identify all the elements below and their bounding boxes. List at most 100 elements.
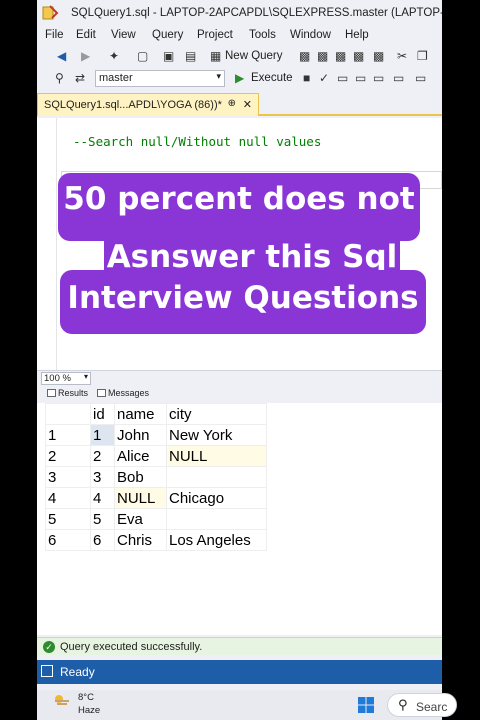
weather-condition: Haze [78, 705, 101, 716]
dmx-query-icon[interactable]: ▩ [317, 49, 328, 63]
weather-temperature: 8°C [78, 692, 94, 703]
cell-city[interactable]: Los Angeles [166, 529, 267, 551]
cell-id[interactable]: 4 [90, 487, 115, 509]
tab-messages-label: Messages [108, 388, 150, 398]
table-row: 1 1 John New York [45, 424, 267, 446]
table-row: 4 4 NULL Chicago [45, 487, 267, 509]
results-grid: id name city 1 1 John New York 2 2 Alice… [45, 403, 267, 551]
standard-toolbar: ◀ ▶ ✦ ▢ ▣ ▤ ▦ New Query ▩ ▩ ▩ ▩ ▩ ✂ ❐ [37, 46, 442, 68]
taskbar: 8°C Haze ⚲ Searc [37, 690, 457, 720]
cell-name[interactable]: John [114, 424, 167, 446]
query-editor[interactable]: --Search null/Without null values ⊟SELEC… [37, 118, 442, 370]
keyword-select: SELECT [71, 172, 117, 187]
windows-start-icon[interactable] [357, 696, 375, 714]
taskbar-search-label: Searc [416, 700, 448, 714]
cell-name[interactable]: Bob [114, 466, 167, 488]
row-number[interactable]: 2 [45, 445, 91, 467]
cell-id[interactable]: 1 [90, 424, 115, 446]
table-row: 5 5 Eva [45, 508, 267, 530]
save-icon[interactable]: ▣ [163, 49, 174, 63]
cell-name[interactable]: Eva [114, 508, 167, 530]
execute-button[interactable]: Execute [251, 72, 293, 84]
query-options-icon[interactable]: ▭ [355, 71, 366, 85]
menu-file[interactable]: File [45, 29, 64, 41]
screen: SQLQuery1.sql - LAPTOP-2APCAPDL\SQLEXPRE… [0, 0, 480, 720]
cell-id[interactable]: 2 [90, 445, 115, 467]
new-query-icon[interactable]: ▦ [210, 49, 221, 63]
weather-haze-icon[interactable] [52, 693, 70, 705]
execute-icon[interactable]: ▶ [235, 71, 244, 85]
sql-query-icon[interactable]: ▩ [373, 49, 384, 63]
new-query-button[interactable]: New Query [225, 50, 283, 62]
results-grid-area: id name city 1 1 John New York 2 2 Alice… [37, 403, 442, 635]
menu-bar: File Edit View Query Project Tools Windo… [37, 27, 442, 46]
forward-icon[interactable]: ▶ [81, 49, 90, 63]
grid-icon [47, 389, 56, 397]
menu-edit[interactable]: Edit [76, 29, 96, 41]
mdx-query-icon[interactable]: ▩ [299, 49, 310, 63]
cell-city[interactable]: New York [166, 424, 267, 446]
query-status-bar: ✓ Query executed successfully. [37, 637, 442, 655]
fold-icon[interactable]: ⊟ [64, 176, 70, 187]
table-row: 2 2 Alice NULL [45, 445, 267, 467]
menu-window[interactable]: Window [290, 29, 331, 41]
cell-city[interactable]: Chicago [166, 487, 267, 509]
row-number[interactable]: 4 [45, 487, 91, 509]
taskbar-search[interactable]: ⚲ Searc [387, 693, 457, 717]
tab-results-label: Results [58, 388, 89, 398]
column-header-name[interactable]: name [114, 403, 167, 425]
cut-icon[interactable]: ✂ [397, 49, 407, 63]
zoom-select[interactable]: 100 % ▾ [41, 372, 91, 385]
chevron-down-icon: ▾ [83, 372, 88, 381]
code-table-name: sample_data [168, 172, 260, 187]
row-number-header [45, 403, 91, 425]
row-number[interactable]: 3 [45, 466, 91, 488]
cell-name[interactable]: NULL [114, 487, 167, 509]
table-row: 3 3 Bob [45, 466, 267, 488]
tab-messages[interactable]: Messages [97, 388, 149, 398]
pin-icon[interactable]: ⊕ [228, 98, 236, 109]
menu-help[interactable]: Help [345, 29, 369, 41]
cell-name[interactable]: Chris [114, 529, 167, 551]
display-plan-icon[interactable]: ▭ [337, 71, 348, 85]
ready-icon [41, 665, 53, 677]
xmla-query-icon[interactable]: ▩ [335, 49, 346, 63]
uncomment-icon[interactable]: ▭ [415, 71, 426, 85]
results-to-icon[interactable]: ▭ [373, 71, 384, 85]
new-project-icon[interactable]: ✦ [109, 49, 119, 63]
comment-icon[interactable]: ▭ [393, 71, 404, 85]
cell-id[interactable]: 3 [90, 466, 115, 488]
connect-icon[interactable]: ⚲ [55, 71, 64, 85]
debug-icon[interactable]: ■ [303, 71, 310, 85]
database-select[interactable]: master ▾ [95, 70, 225, 87]
sql-editor-toolbar: ⚲ ⇄ master ▾ ▶ Execute ■ ✓ ▭ ▭ ▭ ▭ ▭ [37, 68, 442, 90]
cell-city[interactable]: NULL [166, 445, 267, 467]
cell-id[interactable]: 5 [90, 508, 115, 530]
parse-icon[interactable]: ✓ [319, 71, 329, 85]
search-icon: ⚲ [398, 697, 408, 712]
menu-tools[interactable]: Tools [249, 29, 276, 41]
status-text: Ready [60, 665, 95, 679]
save-all-icon[interactable]: ▤ [185, 49, 196, 63]
window-title: SQLQuery1.sql - LAPTOP-2APCAPDL\SQLEXPRE… [71, 7, 442, 19]
back-icon[interactable]: ◀ [57, 49, 66, 63]
row-number[interactable]: 5 [45, 508, 91, 530]
column-header-id[interactable]: id [90, 403, 115, 425]
cell-id[interactable]: 6 [90, 529, 115, 551]
cell-name[interactable]: Alice [114, 445, 167, 467]
add-item-icon[interactable]: ▢ [137, 49, 148, 63]
tab-sqlquery1[interactable]: SQLQuery1.sql...APDL\YOGA (86))* ⊕ ✕ [37, 93, 259, 116]
menu-view[interactable]: View [111, 29, 136, 41]
menu-query[interactable]: Query [152, 29, 183, 41]
tab-results[interactable]: Results [47, 388, 88, 398]
row-number[interactable]: 6 [45, 529, 91, 551]
copy-icon[interactable]: ❐ [417, 49, 428, 63]
cell-city[interactable] [166, 508, 267, 530]
cell-city[interactable] [166, 466, 267, 488]
close-icon[interactable]: ✕ [243, 98, 252, 111]
menu-project[interactable]: Project [197, 29, 233, 41]
change-connection-icon[interactable]: ⇄ [75, 71, 85, 85]
dax-query-icon[interactable]: ▩ [353, 49, 364, 63]
row-number[interactable]: 1 [45, 424, 91, 446]
column-header-city[interactable]: city [166, 403, 267, 425]
